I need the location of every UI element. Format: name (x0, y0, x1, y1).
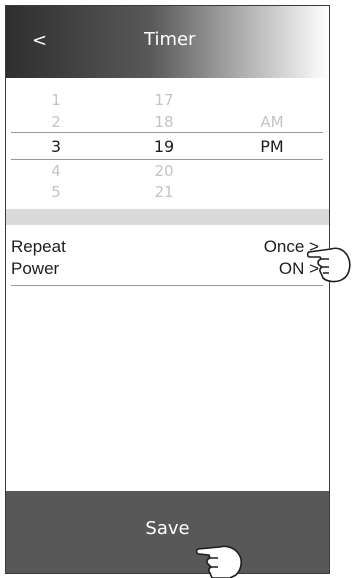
picker-row[interactable]: 2 18 AM (6, 113, 329, 133)
save-button[interactable]: Save (6, 518, 329, 539)
picker-row[interactable]: 5 21 (6, 183, 329, 203)
minute-selected[interactable]: 19 (144, 137, 184, 156)
period-selected[interactable]: PM (252, 137, 292, 156)
hour-option[interactable]: 1 (36, 91, 76, 109)
header-bar: < Timer (6, 6, 329, 78)
hour-option[interactable]: 5 (36, 183, 76, 201)
power-label: Power (11, 259, 60, 278)
pointing-hand-icon (307, 247, 351, 283)
power-row[interactable]: Power ON > (6, 259, 329, 279)
hour-option[interactable]: 4 (36, 162, 76, 180)
picker-row-selected[interactable]: 3 19 PM (6, 137, 329, 157)
minute-option[interactable]: 17 (144, 91, 184, 109)
minute-option[interactable]: 21 (144, 183, 184, 201)
period-option[interactable]: AM (252, 113, 292, 131)
hour-option[interactable]: 2 (36, 113, 76, 131)
pointing-hand-icon (196, 545, 242, 578)
repeat-row[interactable]: Repeat Once > (6, 237, 329, 257)
picker-row[interactable]: 4 20 (6, 162, 329, 182)
footer-bar: Save (6, 491, 329, 573)
phone-screen: < Timer 1 17 2 18 AM 3 19 PM 4 20 5 21 R… (5, 5, 330, 574)
minute-option[interactable]: 20 (144, 162, 184, 180)
section-divider (6, 209, 329, 225)
back-button[interactable]: < (32, 30, 47, 51)
hour-selected[interactable]: 3 (36, 137, 76, 156)
selection-top-line (11, 132, 323, 133)
picker-row[interactable]: 1 17 (6, 91, 329, 111)
selection-bottom-line (11, 159, 323, 160)
row-divider (11, 285, 323, 286)
minute-option[interactable]: 18 (144, 113, 184, 131)
repeat-label: Repeat (11, 237, 66, 256)
time-picker[interactable]: 1 17 2 18 AM 3 19 PM 4 20 5 21 (6, 86, 329, 206)
page-title: Timer (144, 29, 196, 50)
